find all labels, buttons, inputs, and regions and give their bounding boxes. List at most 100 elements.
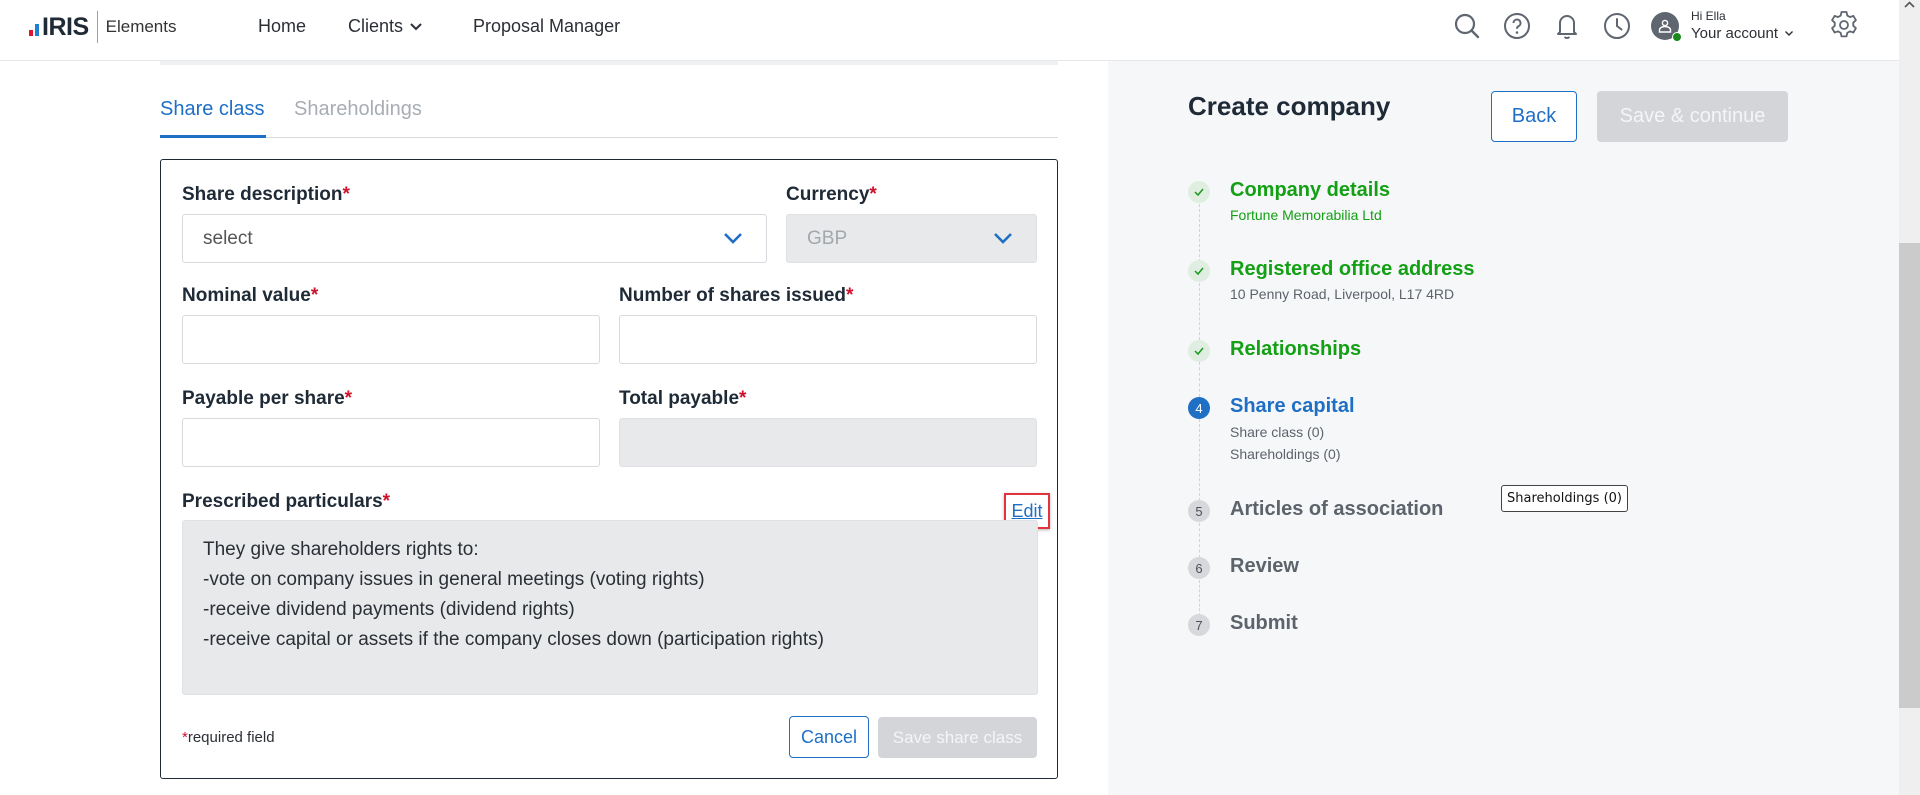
step-number: 5: [1188, 500, 1210, 522]
prescribed-particulars-label: Prescribed particulars*: [182, 491, 390, 513]
currency-label: Currency*: [786, 184, 877, 206]
save-share-class-button[interactable]: Save share class: [878, 717, 1037, 758]
payable-per-share-label-text: Payable per share: [182, 388, 345, 409]
step-number: 4: [1188, 397, 1210, 419]
step-title: Review: [1230, 555, 1299, 577]
prescribed-particulars-label-text: Prescribed particulars: [182, 491, 383, 512]
product-name: Elements: [105, 17, 177, 36]
history-clock-icon[interactable]: [1602, 11, 1632, 41]
vertical-scrollbar[interactable]: [1899, 0, 1920, 795]
number-of-shares-label: Number of shares issued*: [619, 285, 853, 307]
logo-text: IRIS: [42, 12, 89, 41]
nominal-value-label: Nominal value*: [182, 285, 318, 307]
particulars-line: -vote on company issues in general meeti…: [203, 569, 705, 590]
account-menu[interactable]: Hi Ella Your account: [1691, 9, 1794, 42]
number-of-shares-label-text: Number of shares issued: [619, 285, 847, 306]
check-icon: [1188, 181, 1210, 203]
account-label: Your account: [1691, 25, 1779, 42]
total-payable-input: [619, 418, 1037, 467]
share-description-select[interactable]: select: [182, 214, 767, 263]
step-title: Share capital: [1230, 395, 1355, 417]
prescribed-particulars-text: They give shareholders rights to: -vote …: [182, 520, 1038, 695]
step-title: Submit: [1230, 612, 1298, 634]
required-field-note: *required field: [182, 729, 275, 746]
nav-proposal-manager[interactable]: Proposal Manager: [473, 16, 620, 37]
required-asterisk: *: [739, 388, 747, 409]
required-asterisk: *: [846, 285, 854, 306]
step-connector: [1199, 580, 1200, 616]
step-connector: [1199, 283, 1200, 340]
logo-red-bar: [29, 30, 33, 36]
nav-proposal-manager-label: Proposal Manager: [473, 16, 621, 36]
particulars-line: -receive dividend payments (dividend rig…: [203, 599, 575, 620]
currency-select[interactable]: GBP: [786, 214, 1037, 263]
step-connector: [1199, 419, 1200, 501]
share-description-label: Share description*: [182, 184, 350, 206]
step-connector: [1199, 204, 1200, 262]
create-company-panel: Create company Back Save & continue Comp…: [1108, 61, 1899, 795]
check-icon: [1188, 260, 1210, 282]
user-avatar-icon[interactable]: [1651, 12, 1682, 42]
nav-home[interactable]: Home: [258, 16, 306, 37]
step-number: 7: [1188, 614, 1210, 636]
search-icon[interactable]: [1452, 11, 1482, 41]
nav-home-label: Home: [258, 16, 307, 36]
share-description-label-text: Share description: [182, 184, 343, 205]
required-note-text: required field: [187, 729, 275, 746]
scrolled-section-edge: [160, 61, 1058, 65]
step-subtitle: 10 Penny Road, Liverpool, L17 4RD: [1230, 286, 1455, 302]
number-of-shares-input[interactable]: [619, 315, 1037, 364]
logo-divider: [96, 11, 98, 43]
cancel-button[interactable]: Cancel: [789, 716, 869, 758]
total-payable-label-text: Total payable: [619, 388, 740, 409]
step-subtitle-share-class[interactable]: Share class (0): [1230, 424, 1324, 440]
required-asterisk: *: [344, 388, 353, 409]
account-greeting: Hi Ella: [1691, 9, 1726, 23]
gear-icon[interactable]: [1828, 9, 1860, 41]
panel-title: Create company: [1188, 91, 1391, 121]
particulars-line: They give shareholders rights to:: [203, 539, 479, 560]
payable-per-share-input[interactable]: [182, 418, 600, 467]
nav-clients-label: Clients: [348, 16, 404, 36]
help-icon[interactable]: [1502, 11, 1532, 41]
required-asterisk: *: [310, 285, 319, 306]
step-title: Articles of association: [1230, 498, 1444, 520]
chevron-down-icon: [1785, 31, 1794, 36]
step-subtitle-shareholdings[interactable]: Shareholdings (0): [1230, 446, 1341, 462]
bell-icon[interactable]: [1552, 11, 1582, 41]
currency-value: GBP: [807, 228, 848, 249]
iris-elements-logo[interactable]: IRIS Elements: [29, 11, 177, 43]
scroll-up-arrow-icon[interactable]: [1904, 0, 1915, 10]
check-icon: [1188, 340, 1210, 362]
tooltip: Shareholdings (0): [1501, 485, 1628, 512]
required-asterisk: *: [869, 184, 877, 205]
back-button[interactable]: Back: [1491, 91, 1577, 142]
step-connector: [1199, 362, 1200, 397]
tab-share-class[interactable]: Share class: [160, 98, 266, 138]
step-title: Relationships: [1230, 338, 1362, 360]
payable-per-share-label: Payable per share*: [182, 388, 352, 410]
total-payable-label: Total payable*: [619, 388, 746, 410]
chevron-down-icon: [410, 22, 422, 30]
step-subtitle: Fortune Memorabilia Ltd: [1230, 207, 1382, 223]
required-asterisk: *: [382, 491, 391, 512]
scrollbar-thumb[interactable]: [1899, 243, 1920, 708]
nav-clients[interactable]: Clients: [348, 16, 423, 37]
share-class-form: Share description* select Currency* GBP …: [160, 159, 1058, 779]
share-capital-tabs: Share class Shareholdings: [160, 98, 1058, 138]
chevron-down-icon: [724, 233, 742, 244]
share-description-value: select: [203, 228, 253, 249]
tab-shareholdings[interactable]: Shareholdings: [294, 98, 422, 131]
nominal-value-label-text: Nominal value: [182, 285, 311, 306]
save-continue-button[interactable]: Save & continue: [1597, 91, 1788, 142]
step-connector: [1199, 523, 1200, 558]
step-title: Registered office address: [1230, 258, 1475, 280]
online-status-dot: [1672, 32, 1682, 42]
chevron-down-icon: [994, 233, 1012, 244]
required-asterisk: *: [342, 184, 350, 205]
step-number: 6: [1188, 557, 1210, 579]
top-header: IRIS Elements Home Clients Proposal Mana…: [0, 0, 1899, 61]
step-title: Company details: [1230, 179, 1391, 201]
particulars-line: -receive capital or assets if the compan…: [203, 629, 824, 650]
nominal-value-input[interactable]: [182, 315, 600, 364]
